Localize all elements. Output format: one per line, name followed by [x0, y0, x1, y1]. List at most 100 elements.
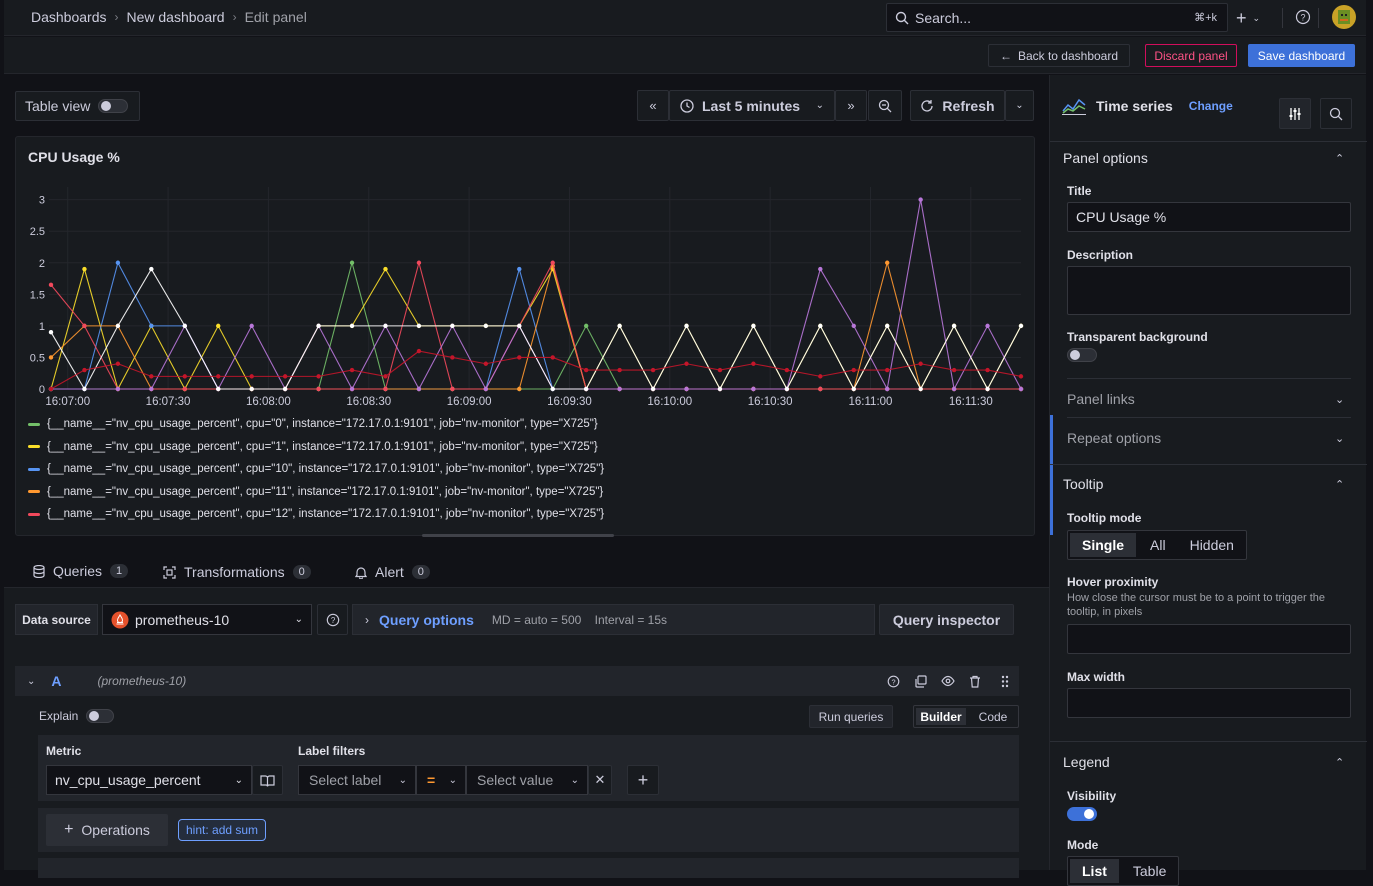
search-input[interactable]: Search... ⌘+k — [886, 3, 1228, 32]
max-width-input[interactable] — [1067, 688, 1351, 718]
remove-filter-button[interactable]: ✕ — [588, 765, 612, 795]
data-point — [349, 367, 355, 373]
refresh-interval-dropdown[interactable]: ⌄ — [1005, 90, 1034, 121]
chevron-up-icon[interactable]: ⌃ — [1335, 756, 1344, 769]
tab-alert-label: Alert — [375, 564, 404, 580]
query-ref-id[interactable]: A — [51, 673, 61, 689]
chevron-down-icon[interactable]: ⌄ — [1335, 432, 1344, 445]
description-textarea[interactable] — [1067, 266, 1351, 315]
explain-switch[interactable] — [86, 709, 115, 723]
builder-mode-button[interactable]: Builder — [916, 708, 966, 725]
divider — [1318, 8, 1319, 28]
title-input[interactable]: CPU Usage % — [1067, 202, 1351, 232]
legend-item[interactable]: {__name__="nv_cpu_usage_percent", cpu="1… — [28, 437, 598, 457]
data-point — [751, 361, 756, 366]
legend-item[interactable]: {__name__="nv_cpu_usage_percent", cpu="1… — [28, 504, 604, 524]
legend-mode-table[interactable]: Table — [1121, 857, 1178, 885]
new-menu-button[interactable]: + ⌄ — [1236, 8, 1260, 29]
eye-icon[interactable] — [941, 675, 955, 687]
repeat-options-header[interactable]: Repeat options — [1067, 430, 1161, 446]
data-point — [784, 367, 790, 373]
data-point — [182, 386, 187, 392]
code-mode-button[interactable]: Code — [968, 706, 1018, 727]
time-back-button[interactable]: « — [637, 90, 669, 121]
legend-visibility-toggle[interactable] — [1067, 807, 1097, 821]
back-to-dashboard-button[interactable]: ← Back to dashboard — [988, 44, 1130, 67]
save-dashboard-button[interactable]: Save dashboard — [1248, 44, 1355, 67]
prometheus-icon — [111, 611, 129, 629]
tab-transformations-count: 0 — [292, 565, 311, 579]
hint-add-sum-button[interactable]: hint: add sum — [178, 819, 267, 841]
trash-icon[interactable] — [969, 675, 981, 688]
legend-item[interactable]: {__name__="nv_cpu_usage_percent", cpu="0… — [28, 414, 598, 434]
table-view-switch[interactable] — [98, 99, 129, 113]
add-operations-button[interactable]: + Operations — [46, 814, 168, 846]
visualization-picker[interactable]: Time series Change — [1062, 97, 1233, 115]
run-queries-button[interactable]: Run queries — [809, 705, 893, 728]
divider — [1067, 417, 1351, 418]
data-point — [48, 329, 54, 335]
drag-handle-icon[interactable] — [1001, 675, 1009, 688]
tooltip-mode-label: Tooltip mode — [1067, 511, 1142, 525]
tooltip-mode-all[interactable]: All — [1138, 531, 1178, 559]
tooltip-header[interactable]: Tooltip — [1063, 476, 1103, 492]
add-filter-button[interactable]: + — [627, 765, 659, 795]
transparent-toggle[interactable] — [1067, 348, 1097, 362]
table-view-toggle[interactable]: Table view — [15, 91, 140, 121]
tooltip-mode-single[interactable]: Single — [1070, 533, 1137, 557]
data-point — [550, 260, 555, 265]
title-label: Title — [1067, 184, 1092, 198]
metrics-explorer-button[interactable] — [252, 765, 283, 795]
tab-transformations[interactable]: Transformations 0 — [163, 553, 311, 591]
refresh-button[interactable]: Refresh — [910, 90, 1005, 121]
help-icon[interactable]: ? — [1295, 9, 1311, 25]
datasource-picker[interactable]: prometheus-10 ⌄ — [102, 604, 312, 635]
label-select[interactable]: Select label ⌄ — [298, 765, 416, 795]
data-point — [851, 367, 856, 373]
query-tabs: Queries 1 Transformations 0 Alert 0 — [15, 553, 1035, 591]
legend-mode-list[interactable]: List — [1070, 859, 1119, 883]
data-point — [550, 355, 555, 360]
avatar[interactable] — [1332, 5, 1356, 29]
panel-links-header[interactable]: Panel links — [1067, 391, 1135, 407]
query-options-meta: MD = auto = 500 Interval = 15s — [491, 612, 668, 627]
chevron-up-icon[interactable]: ⌃ — [1335, 152, 1344, 165]
tab-queries[interactable]: Queries 1 — [15, 553, 147, 591]
zoom-out-button[interactable] — [868, 90, 902, 121]
breadcrumb-new-dashboard[interactable]: New dashboard — [127, 9, 225, 25]
explain-toggle[interactable]: Explain — [39, 709, 115, 723]
tab-alert[interactable]: Alert 0 — [355, 553, 430, 591]
chevron-down-icon[interactable]: ⌄ — [1335, 393, 1344, 406]
options-filter-button[interactable] — [1279, 98, 1311, 129]
query-options-toggle[interactable]: › Query options MD = auto = 500 Interval… — [352, 604, 875, 635]
legend-item[interactable]: {__name__="nv_cpu_usage_percent", cpu="1… — [28, 459, 604, 479]
breadcrumb-dashboards[interactable]: Dashboards — [31, 9, 107, 25]
chevron-up-icon[interactable]: ⌃ — [1335, 478, 1344, 491]
legend-item[interactable]: {__name__="nv_cpu_usage_percent", cpu="1… — [28, 482, 603, 502]
panel-resize-handle[interactable] — [422, 534, 614, 537]
query-inspector-button[interactable]: Query inspector — [879, 604, 1014, 635]
metric-select[interactable]: nv_cpu_usage_percent ⌄ — [46, 765, 252, 795]
data-point — [316, 386, 321, 392]
operator-select[interactable]: = ⌄ — [416, 765, 466, 795]
query-ref-source: (prometheus-10) — [97, 674, 187, 688]
chart-svg[interactable]: 0 0.5 1 1.5 2 2.5 3 16:07:00 16:07:30 16:08:00 16:… — [16, 177, 1034, 412]
data-point — [383, 323, 388, 329]
value-select[interactable]: Select value ⌄ — [466, 765, 588, 795]
duplicate-icon[interactable] — [914, 674, 927, 688]
panel-options-header[interactable]: Panel options — [1063, 150, 1148, 166]
time-range-picker[interactable]: Last 5 minutes ⌄ — [669, 90, 835, 121]
tooltip-mode-hidden[interactable]: Hidden — [1178, 531, 1246, 559]
discard-panel-button[interactable]: Discard panel — [1145, 44, 1237, 67]
data-point — [282, 374, 288, 379]
hover-proximity-input[interactable] — [1067, 624, 1351, 654]
operations-section: + Operations hint: add sum — [38, 808, 1019, 852]
y-tick-label: 3 — [39, 195, 45, 207]
query-row-header[interactable]: ⌄ A (prometheus-10) ? — [15, 666, 1019, 696]
change-viz-link[interactable]: Change — [1189, 99, 1233, 113]
legend-header[interactable]: Legend — [1063, 754, 1110, 770]
help-icon[interactable]: ? — [887, 675, 900, 688]
options-search-button[interactable] — [1320, 98, 1352, 129]
time-forward-button[interactable]: » — [835, 90, 867, 121]
datasource-help-button[interactable]: ? — [317, 604, 348, 635]
